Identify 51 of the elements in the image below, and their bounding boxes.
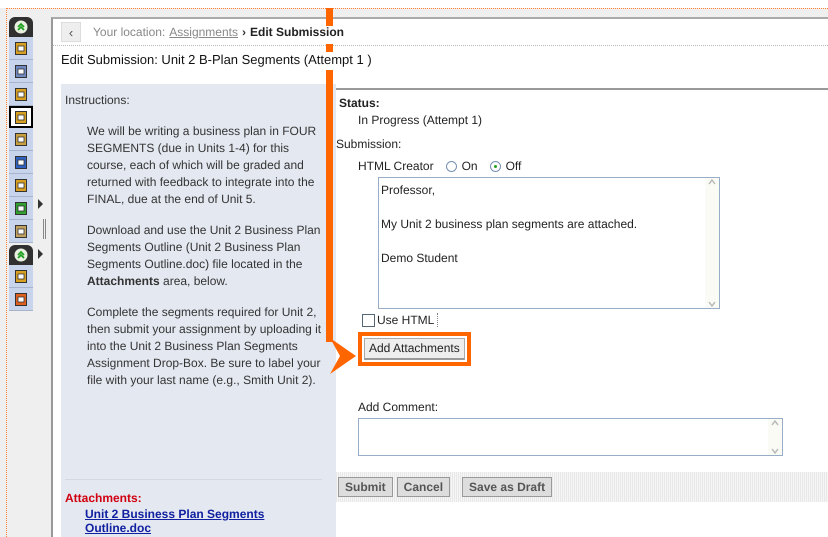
chevron-up-icon: [14, 20, 28, 34]
document-icon: [14, 292, 28, 306]
instructions-text: Download and use the Unit 2 Business Plan Segments Outline (Unit 2 Business Plan Segments Outline.doc) file located in the Attachments area, below.: [87, 222, 322, 290]
tool-button[interactable]: [9, 174, 33, 197]
document-icon: [14, 178, 28, 192]
document-icon: [14, 40, 28, 56]
status-value: In Progress (Attempt 1): [358, 113, 484, 127]
tool-button[interactable]: [9, 83, 33, 106]
html-creator-label: HTML Creator: [358, 159, 434, 173]
attachment-link[interactable]: Unit 2 Business Plan Segments Outline.doc: [85, 507, 285, 535]
instructions-text: Complete the segments required for Unit 2, then submit your assignment by uploading it into the Unit 2 Business Plan Segments Assignment Drop-Box. Be sure to label your file with your last name (e.g., Smith Unit 2).: [87, 304, 322, 389]
tool-button[interactable]: [9, 60, 33, 83]
document-icon: [14, 64, 28, 78]
document-icon: [14, 268, 28, 284]
back-button[interactable]: ‹: [61, 22, 81, 42]
breadcrumb-link[interactable]: Assignments: [169, 25, 238, 39]
document-icon: [14, 110, 28, 124]
tool-button[interactable]: [9, 288, 33, 311]
page-title: Edit Submission: Unit 2 B-Plan Segments (Attempt 1 ): [60, 51, 373, 69]
submission-label: Submission:: [336, 137, 402, 151]
document-icon: [14, 224, 28, 238]
breadcrumb-separator: ›: [242, 25, 246, 39]
add-attachments-button[interactable]: Add Attachments: [364, 338, 465, 360]
tool-button[interactable]: [9, 151, 33, 174]
document-icon: [14, 200, 28, 216]
tool-button[interactable]: [9, 265, 33, 288]
tool-button[interactable]: [9, 197, 33, 220]
action-button[interactable]: Submit: [338, 476, 393, 496]
status-label: Status:: [339, 96, 381, 110]
radio-option[interactable]: On: [446, 159, 478, 173]
tool-button[interactable]: [9, 220, 33, 243]
chevron-up-icon: [14, 248, 28, 262]
location-label: Your location:: [93, 25, 166, 39]
action-button[interactable]: Save as Draft: [462, 476, 552, 496]
document-icon: [14, 86, 28, 102]
breadcrumb-current: Edit Submission: [250, 25, 344, 39]
message-field[interactable]: Professor, My Unit 2 business plan segments are attached. Demo Student: [378, 177, 720, 309]
collapse-header[interactable]: [9, 17, 33, 37]
tool-button[interactable]: [9, 128, 33, 151]
tool-button[interactable]: [9, 37, 33, 60]
collapse-header[interactable]: [9, 245, 33, 265]
attachments-heading: Attachments:: [65, 490, 143, 507]
comment-label: Add Comment:: [358, 400, 440, 414]
radio-option[interactable]: Off: [490, 159, 522, 173]
tool-button[interactable]: [9, 106, 33, 128]
instructions-text: We will be writing a business plan in FOUR SEGMENTS (due in Units 1-4) for this course, each of which will be graded and returned with feedback to integrate into the FINAL, due at the end of Unit 5.: [87, 123, 318, 208]
document-icon: [14, 132, 28, 146]
use-html-checkbox[interactable]: Use HTML: [362, 313, 438, 327]
document-icon: [14, 154, 28, 170]
action-button[interactable]: Cancel: [396, 476, 450, 496]
instructions-heading: Instructions:: [65, 92, 131, 109]
